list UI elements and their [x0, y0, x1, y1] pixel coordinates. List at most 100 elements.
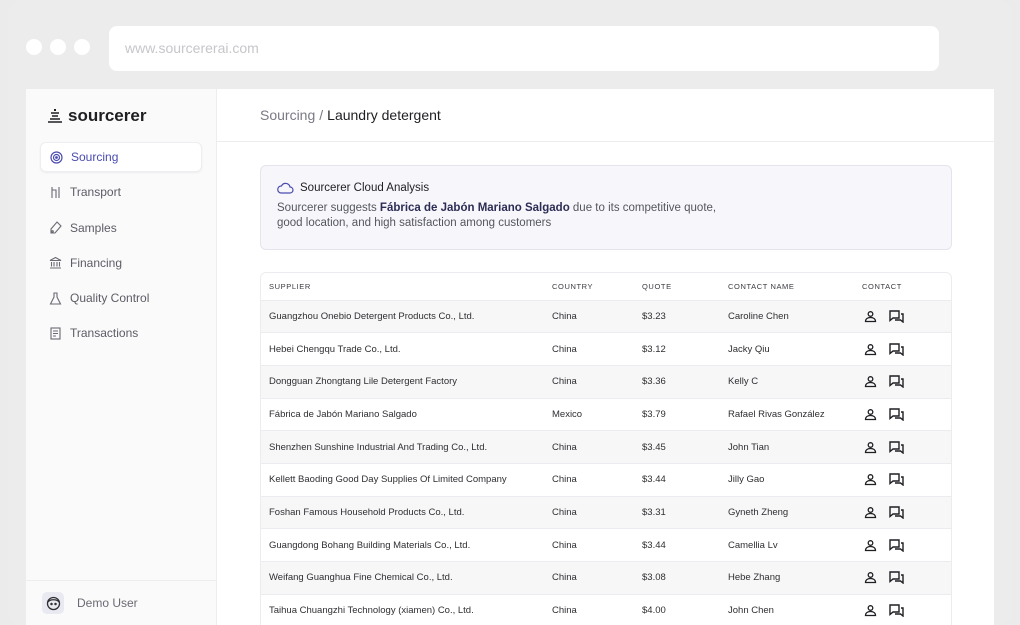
cell-contact — [862, 594, 951, 625]
cell-country: China — [552, 300, 642, 334]
cell-contact-name: Kelly C — [728, 365, 862, 399]
chat-icon[interactable] — [889, 571, 904, 585]
cell-contact — [862, 528, 951, 562]
sidebar-item-transport[interactable]: Transport — [40, 177, 202, 207]
profile-icon[interactable] — [864, 506, 877, 519]
cell-quote: $3.23 — [642, 300, 728, 334]
chat-icon[interactable] — [889, 440, 904, 454]
column-header-contact: CONTACT — [862, 273, 951, 301]
table-row[interactable]: Kellett Baoding Good Day Supplies Of Lim… — [261, 463, 951, 497]
sidebar-item-label: Financing — [70, 255, 123, 270]
chat-icon[interactable] — [889, 408, 904, 421]
cell-contact-name: Caroline Chen — [728, 300, 862, 334]
breadcrumb-root[interactable]: Sourcing — [260, 107, 315, 123]
column-header-country[interactable]: COUNTRY — [552, 273, 642, 301]
contact-actions — [862, 375, 951, 389]
table-header-row: SUPPLIER COUNTRY QUOTE CONTACT NAME CONT… — [261, 273, 951, 301]
analysis-header: Sourcerer Cloud Analysis — [277, 182, 935, 194]
avatar — [42, 592, 64, 614]
sidebar-nav: Sourcing Transport Samples Financing Qua… — [40, 142, 202, 354]
profile-icon[interactable] — [864, 375, 877, 388]
contact-actions — [862, 473, 951, 487]
cell-contact-name: Rafael Rivas González — [728, 398, 862, 432]
sidebar-item-sourcing[interactable]: Sourcing — [40, 142, 202, 172]
contact-actions — [862, 310, 951, 323]
profile-icon[interactable] — [864, 408, 877, 421]
table-row[interactable]: Shenzhen Sunshine Industrial And Trading… — [261, 430, 951, 464]
profile-icon[interactable] — [864, 441, 877, 454]
table-row[interactable]: Fábrica de Jabón Mariano Salgado Mexico $3… — [261, 398, 951, 432]
cell-country: China — [552, 561, 642, 595]
sidebar-item-quality-control[interactable]: Quality Control — [40, 283, 202, 313]
suppliers-table-container: SUPPLIER COUNTRY QUOTE CONTACT NAME CONT… — [260, 272, 952, 625]
user-menu[interactable]: Demo User — [26, 580, 217, 625]
contact-actions — [862, 604, 951, 618]
sidebar-item-label: Transport — [70, 185, 121, 200]
chat-icon[interactable] — [889, 310, 904, 323]
contact-actions — [862, 342, 951, 356]
chat-icon[interactable] — [889, 375, 904, 389]
cell-country: China — [552, 430, 642, 464]
cell-supplier: Taihua Chuangzhi Technology (xiamen) Co.… — [261, 594, 552, 625]
profile-icon[interactable] — [864, 604, 877, 617]
chat-icon[interactable] — [889, 604, 904, 618]
close-window-dot[interactable] — [26, 39, 42, 55]
cell-contact — [862, 561, 951, 595]
app-name: sourcerer — [68, 106, 147, 125]
address-bar[interactable]: www.sourcererai.com — [109, 26, 939, 71]
cell-quote: $3.44 — [642, 463, 728, 497]
table-row[interactable]: Guangzhou Onebio Detergent Products Co.,… — [261, 300, 951, 334]
cell-contact-name: Camellia Lv — [728, 528, 862, 562]
table-row[interactable]: Foshan Famous Household Products Co., Lt… — [261, 496, 951, 530]
chat-icon[interactable] — [889, 342, 904, 356]
column-header-supplier[interactable]: SUPPLIER — [261, 273, 552, 301]
cell-contact-name: Jilly Gao — [728, 463, 862, 497]
chat-icon[interactable] — [889, 538, 904, 552]
cell-country: China — [552, 496, 642, 530]
cell-country: China — [552, 528, 642, 562]
route-icon — [49, 186, 62, 199]
user-avatar-icon — [46, 596, 60, 610]
cell-contact-name: Jacky Qiu — [728, 332, 862, 366]
profile-icon[interactable] — [864, 473, 877, 486]
table-row[interactable]: Weifang Guanghua Fine Chemical Co., Ltd.… — [261, 561, 951, 595]
chat-icon[interactable] — [889, 506, 904, 519]
minimize-window-dot[interactable] — [50, 39, 66, 55]
profile-icon[interactable] — [864, 539, 877, 552]
cell-supplier: Kellett Baoding Good Day Supplies Of Lim… — [261, 463, 552, 497]
cell-contact — [862, 300, 951, 334]
table-row[interactable]: Guangdong Bohang Building Materials Co.,… — [261, 528, 951, 562]
cell-supplier: Dongguan Zhongtang Lile Detergent Factor… — [261, 365, 552, 399]
profile-icon[interactable] — [864, 343, 877, 356]
logo-icon — [48, 109, 62, 123]
cell-contact-name: John Tian — [728, 430, 862, 464]
contact-actions — [862, 538, 951, 552]
cell-country: China — [552, 365, 642, 399]
cell-supplier: Shenzhen Sunshine Industrial And Trading… — [261, 430, 552, 464]
browser-window: www.sourcererai.com sourcerer Sourcing T… — [8, 0, 1012, 625]
table-row[interactable]: Hebei Chengqu Trade Co., Ltd. China $3.12 J… — [261, 332, 951, 366]
sidebar-item-samples[interactable]: Samples — [40, 213, 202, 243]
profile-icon[interactable] — [864, 571, 877, 584]
cell-contact — [862, 463, 951, 497]
suppliers-table: SUPPLIER COUNTRY QUOTE CONTACT NAME CONT… — [261, 273, 951, 625]
column-header-contact-name[interactable]: CONTACT NAME — [728, 273, 862, 301]
analysis-text: Sourcerer suggests Fábrica de Jabón Mari… — [277, 201, 727, 231]
table-row[interactable]: Taihua Chuangzhi Technology (xiamen) Co.… — [261, 594, 951, 625]
chat-icon[interactable] — [889, 473, 904, 487]
user-name: Demo User — [77, 596, 138, 610]
sidebar-item-financing[interactable]: Financing — [40, 248, 202, 278]
table-row[interactable]: Dongguan Zhongtang Lile Detergent Factor… — [261, 365, 951, 399]
app-logo[interactable]: sourcerer — [47, 106, 146, 126]
profile-icon[interactable] — [864, 310, 877, 323]
sidebar-item-transactions[interactable]: Transactions — [40, 318, 202, 348]
column-header-quote[interactable]: QUOTE — [642, 273, 728, 301]
cell-contact-name: Hebe Zhang — [728, 561, 862, 595]
cell-contact — [862, 398, 951, 432]
target-icon — [50, 150, 63, 164]
contact-actions — [862, 408, 951, 421]
receipt-icon — [49, 327, 62, 340]
cell-country: China — [552, 332, 642, 366]
maximize-window-dot[interactable] — [74, 39, 90, 55]
cell-quote: $3.36 — [642, 365, 728, 399]
